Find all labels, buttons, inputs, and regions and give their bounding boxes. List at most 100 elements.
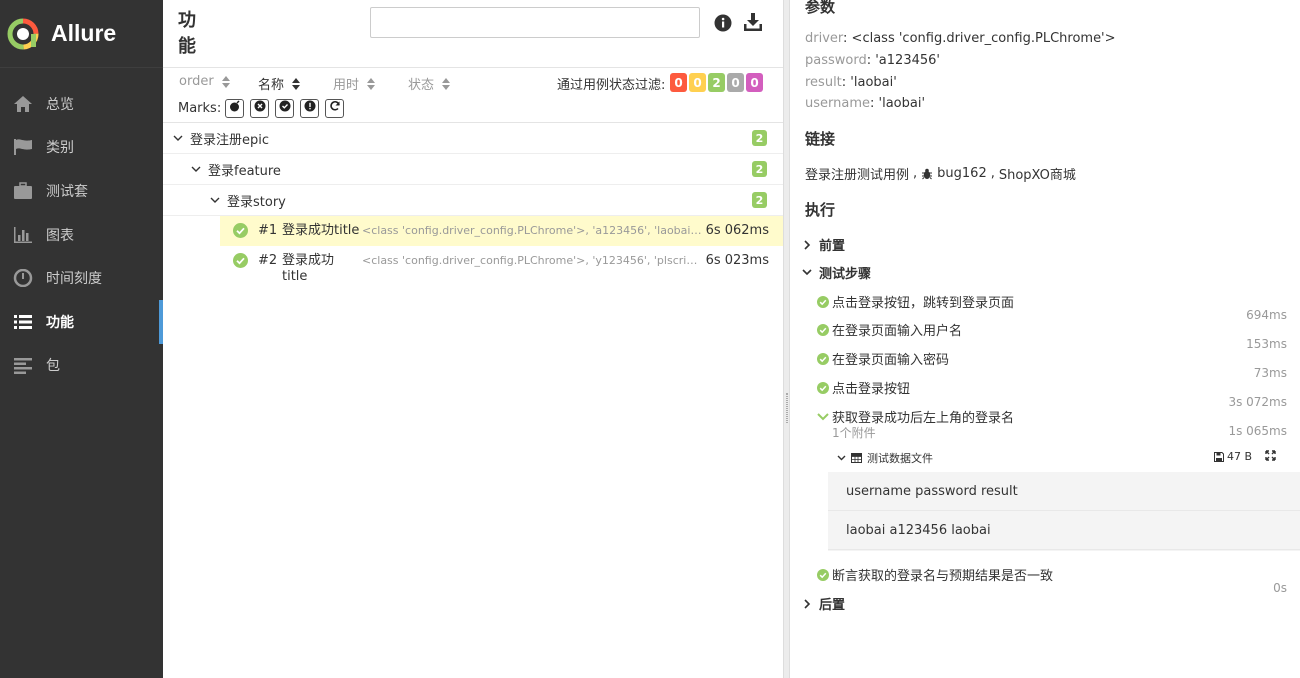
setup-section[interactable]: 前置: [801, 235, 845, 254]
param-value: 'a123456': [875, 53, 940, 68]
sidebar-item-suites[interactable]: 测试套: [0, 169, 163, 213]
passed-count-badge: 2: [752, 192, 767, 208]
link-separator: ,: [990, 166, 995, 181]
sidebar-item-label: 功能: [46, 314, 74, 331]
sidebar: Allure 总览 类别 测试套 图表 时间刻度 功能 包: [0, 0, 163, 678]
test-name: 登录成功title: [282, 223, 360, 238]
step-row[interactable]: 在登录页面输入密码: [817, 349, 949, 368]
chevron-down-icon: [837, 455, 846, 461]
test-case-row[interactable]: #2 登录成功 title <class 'config.driver_conf…: [220, 246, 783, 286]
teardown-section[interactable]: 后置: [801, 594, 845, 613]
attachment-line: laobai a123456 laobai: [828, 511, 1300, 550]
sort-name-label: 名称: [258, 78, 285, 93]
sort-status-button[interactable]: 状态: [408, 74, 451, 93]
link-tms[interactable]: ShopXO商城: [999, 164, 1076, 183]
pane-splitter[interactable]: [783, 0, 790, 678]
test-steps-section[interactable]: 测试步骤: [801, 263, 871, 282]
refresh-icon: [329, 100, 341, 116]
status-filter-broken[interactable]: 0: [689, 73, 706, 92]
sidebar-item-label: 测试套: [46, 183, 88, 200]
status-filter-skipped[interactable]: 0: [727, 73, 744, 92]
chevron-right-icon: [801, 239, 813, 250]
status-filter-unknown[interactable]: 0: [746, 73, 763, 92]
sidebar-item-overview[interactable]: 总览: [0, 82, 163, 126]
step-label: 在登录页面输入用户名: [832, 324, 963, 339]
param-row: driver: <class 'config.driver_config.PLC…: [805, 31, 1116, 46]
test-name-line1: 登录成功: [282, 253, 335, 268]
download-icon[interactable]: [743, 12, 763, 32]
param-key: driver: [805, 31, 844, 46]
sidebar-item-label: 包: [46, 358, 60, 375]
link-issue[interactable]: bug162: [937, 166, 987, 181]
tree-node-story[interactable]: 登录story 2: [163, 185, 783, 216]
param-key: username: [805, 96, 870, 111]
search-input[interactable]: [370, 7, 700, 38]
sidebar-item-timeline[interactable]: 时间刻度: [0, 256, 163, 300]
param-value: 'laobai': [850, 75, 897, 90]
step-row[interactable]: 断言获取的登录名与预期结果是否一致: [817, 565, 1053, 584]
sort-duration-button[interactable]: 用时: [333, 74, 376, 93]
test-number: #1: [258, 223, 278, 238]
mark-new-failed-button[interactable]: [250, 98, 270, 118]
status-filter-failed[interactable]: 0: [670, 73, 687, 92]
test-case-row[interactable]: #1 登录成功title <class 'config.driver_confi…: [220, 216, 783, 246]
sort-name-button[interactable]: 名称: [258, 74, 301, 93]
execution-title: 执行: [805, 201, 836, 219]
param-value: <class 'config.driver_config.PLChrome'>: [851, 31, 1116, 46]
test-steps-label: 测试步骤: [819, 267, 872, 282]
marks-bar: Marks:: [163, 96, 783, 120]
mark-new-broken-button[interactable]: [300, 98, 320, 118]
mark-retries-button[interactable]: [325, 98, 345, 118]
chevron-down-icon: [801, 269, 813, 276]
chevron-down-icon: [172, 132, 184, 144]
sidebar-item-packages[interactable]: 包: [0, 344, 163, 388]
sidebar-item-label: 图表: [46, 227, 74, 244]
test-params: <class 'config.driver_config.PLChrome'>,…: [362, 224, 704, 237]
sidebar-item-graphs[interactable]: 图表: [0, 213, 163, 257]
link-testcase[interactable]: 登录注册测试用例: [805, 164, 909, 183]
step-row[interactable]: 点击登录按钮，跳转到登录页面: [817, 292, 1014, 311]
mark-new-passed-button[interactable]: [275, 98, 295, 118]
attachment-content: username password result laobai a123456 …: [828, 472, 1300, 551]
sidebar-item-behaviors[interactable]: 功能: [0, 299, 163, 344]
briefcase-icon: [12, 181, 34, 201]
exclamation-circle-icon: [304, 100, 316, 116]
chevron-down-icon: [817, 412, 829, 420]
sidebar-menu: 总览 类别 测试套 图表 时间刻度 功能 包: [0, 82, 163, 387]
param-row: password: 'a123456': [805, 53, 940, 68]
sort-bar: order 名称 用时 状态 通过用例状态过滤: 0 0 2 0 0: [163, 68, 783, 96]
step-duration: 3s 072ms: [1228, 395, 1287, 409]
sidebar-item-label: 时间刻度: [46, 271, 102, 288]
step-duration: 0s: [1273, 581, 1287, 595]
brand[interactable]: Allure: [0, 0, 163, 68]
status-filter: 0 0 2 0 0: [670, 73, 763, 92]
sort-order-button[interactable]: order: [179, 74, 230, 89]
sort-arrows-icon: [367, 77, 376, 90]
step-row[interactable]: 在登录页面输入用户名: [817, 320, 962, 339]
param-row: username: 'laobai': [805, 96, 926, 111]
status-filter-label: 通过用例状态过滤:: [557, 78, 666, 93]
step-row[interactable]: 点击登录按钮: [817, 378, 910, 397]
passed-status-icon: [817, 352, 829, 365]
passed-status-icon: [817, 295, 829, 308]
tree-node-label: 登录注册epic: [190, 132, 270, 148]
attachment-size-value: 47 B: [1226, 450, 1252, 463]
mark-flaky-button[interactable]: [225, 98, 245, 118]
sidebar-item-label: 总览: [46, 96, 74, 113]
panel-header: 功 能: [163, 0, 783, 68]
tree-node-epic[interactable]: 登录注册epic 2: [163, 123, 783, 154]
info-icon[interactable]: [714, 14, 732, 32]
test-duration: 6s 062ms: [705, 223, 769, 238]
attachment-row[interactable]: 测试数据文件 47 B: [837, 450, 1289, 466]
passed-status-icon: [233, 223, 248, 238]
tree-node-feature[interactable]: 登录feature 2: [163, 154, 783, 185]
status-filter-passed[interactable]: 2: [708, 73, 725, 92]
splitter-grip[interactable]: [786, 393, 788, 423]
clock-icon: [12, 268, 34, 288]
passed-status-icon: [817, 568, 829, 581]
passed-status-icon: [233, 253, 248, 268]
expand-icon[interactable]: [1265, 450, 1276, 461]
behaviors-tree: 登录注册epic 2 登录feature 2 登录story 2 #1 登录成功…: [163, 122, 783, 286]
step-duration: 153ms: [1246, 337, 1287, 351]
sidebar-item-categories[interactable]: 类别: [0, 126, 163, 170]
